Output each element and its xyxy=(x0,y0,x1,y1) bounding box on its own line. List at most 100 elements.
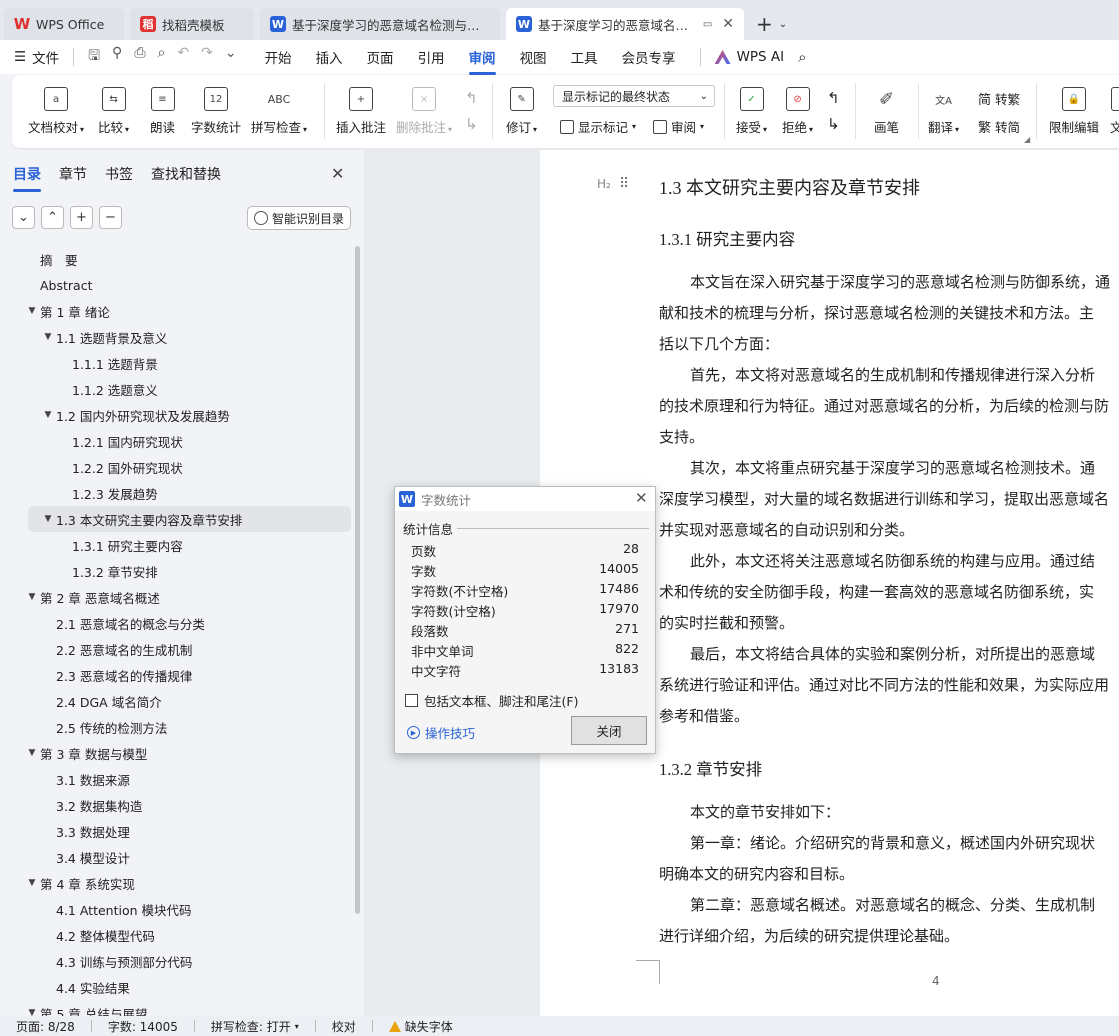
translate-button[interactable]: 文A 翻译 ▾ xyxy=(928,87,959,136)
expand-triangle-icon[interactable]: ▼ xyxy=(24,306,40,316)
expand-triangle-icon[interactable]: ▼ xyxy=(40,410,56,420)
expand-triangle-icon[interactable]: ▼ xyxy=(24,878,40,888)
previous-change-icon[interactable]: ↰ xyxy=(827,89,840,107)
redo-icon[interactable]: ↷ xyxy=(201,45,213,69)
toc-item[interactable]: ▼ 1.3 本文研究主要内容及章节安排 xyxy=(28,506,351,532)
to-simplified-button[interactable]: 繁 转简 xyxy=(978,117,1020,136)
toc-item[interactable]: 1.3.2 章节安排 xyxy=(0,558,352,584)
menu-member[interactable]: 会员专享 xyxy=(622,47,676,67)
page-indicator[interactable]: 页面: 8/28 xyxy=(16,1018,75,1035)
expand-triangle-icon[interactable]: ▼ xyxy=(24,592,40,602)
toc-item[interactable]: 3.1 数据来源 xyxy=(0,766,352,792)
ribbon-expand-icon[interactable]: ◢ xyxy=(1024,135,1030,144)
toc-item[interactable]: 4.4 实验结果 xyxy=(0,974,352,1000)
toc-item[interactable]: 1.3.1 研究主要内容 xyxy=(0,532,352,558)
monitor-icon[interactable]: ▭ xyxy=(703,19,712,30)
toc-item[interactable]: 4.1 Attention 模块代码 xyxy=(0,896,352,922)
toc-item[interactable]: ▼ 第 3 章 数据与模型 xyxy=(0,740,352,766)
tab-docer-templates[interactable]: 稻 找稻壳模板 xyxy=(130,8,254,40)
word-count-button[interactable]: 12 字数统计 xyxy=(191,87,241,136)
menu-references[interactable]: 引用 xyxy=(418,47,445,67)
chevron-down-icon[interactable]: ⌄ xyxy=(779,19,787,30)
toc-item[interactable]: 2.1 恶意域名的概念与分类 xyxy=(0,610,352,636)
print-preview-icon[interactable]: ⌕ xyxy=(158,45,166,69)
toc-item[interactable]: 2.5 传统的检测方法 xyxy=(0,714,352,740)
show-markup-button[interactable]: 显示标记 ▾ xyxy=(560,117,636,136)
tab-document-1[interactable]: W 基于深度学习的恶意域名检测与防御 xyxy=(260,8,500,40)
expand-triangle-icon[interactable]: ▼ xyxy=(40,514,56,524)
review-pane-button[interactable]: 审阅 ▾ xyxy=(653,117,704,136)
nav-tab-toc[interactable]: 目录 xyxy=(13,164,41,192)
proofread-indicator[interactable]: 校对 xyxy=(332,1018,356,1035)
chevron-down-icon[interactable]: ⌄ xyxy=(225,45,237,69)
menu-home[interactable]: 开始 xyxy=(265,47,292,67)
toc-item[interactable]: 3.3 数据处理 xyxy=(0,818,352,844)
doc-proofread-button[interactable]: a 文档校对 ▾ xyxy=(28,87,84,136)
restrict-edit-button[interactable]: 🔒 限制编辑 xyxy=(1049,87,1099,136)
smart-toc-button[interactable]: 智能识别目录 xyxy=(247,206,351,230)
toc-item[interactable]: 1.2.3 发展趋势 xyxy=(0,480,352,506)
to-traditional-button[interactable]: 简 转繁 xyxy=(978,89,1020,108)
toc-scrollbar[interactable] xyxy=(355,246,360,914)
toc-item[interactable]: 3.4 模型设计 xyxy=(0,844,352,870)
pen-button[interactable]: ✐ 画笔 xyxy=(874,87,899,136)
toc-item[interactable]: ▼ 第 4 章 系统实现 xyxy=(0,870,352,896)
search-icon[interactable]: ⌕ xyxy=(798,48,806,66)
share-icon[interactable]: ⚲ xyxy=(112,45,122,69)
expand-triangle-icon[interactable]: ▼ xyxy=(24,748,40,758)
save-icon[interactable]: 🖫 xyxy=(88,45,100,69)
tips-link[interactable]: ▶ 操作技巧 xyxy=(407,723,475,742)
tab-document-2[interactable]: W 基于深度学习的恶意域名检测 ▭ ✕ xyxy=(506,8,744,40)
more-ribbon-button[interactable]: 文 xyxy=(1110,87,1119,136)
file-menu[interactable]: ☰ 文件 xyxy=(14,47,59,67)
toc-item[interactable]: ▼ 1.2 国内外研究现状及发展趋势 xyxy=(0,402,352,428)
toc-item[interactable]: 1.2.2 国外研究现状 xyxy=(0,454,352,480)
toc-item[interactable]: 1.1.1 选题背景 xyxy=(0,350,352,376)
toc-item[interactable]: 3.2 数据集构造 xyxy=(0,792,352,818)
menu-page[interactable]: 页面 xyxy=(367,47,394,67)
close-icon[interactable]: ✕ xyxy=(331,164,344,183)
wps-ai-button[interactable]: WPS AI xyxy=(714,49,784,65)
checkbox-box[interactable] xyxy=(405,694,418,707)
toc-item[interactable]: 1.2.1 国内研究现状 xyxy=(0,428,352,454)
close-icon[interactable]: ✕ xyxy=(635,489,648,507)
toc-item[interactable]: 2.3 恶意域名的传播规律 xyxy=(0,662,352,688)
nav-tab-bookmarks[interactable]: 书签 xyxy=(105,164,133,184)
delete-comment-button[interactable]: × 删除批注 ▾ xyxy=(396,87,452,136)
nav-tab-sections[interactable]: 章节 xyxy=(59,164,87,184)
dialog-title-bar[interactable]: W 字数统计 xyxy=(395,487,655,511)
toc-item[interactable]: 摘 要 xyxy=(0,246,352,272)
expand-down-button[interactable]: ⌄ xyxy=(12,206,35,229)
toc-item[interactable]: 2.2 恶意域名的生成机制 xyxy=(0,636,352,662)
tab-wps-office[interactable]: W WPS Office xyxy=(4,8,124,40)
toc-item[interactable]: ▼ 第 2 章 恶意域名概述 xyxy=(0,584,352,610)
spell-check-button[interactable]: ABC 拼写检查 ▾ xyxy=(251,87,307,136)
toc-item[interactable]: 4.2 整体模型代码 xyxy=(0,922,352,948)
expand-triangle-icon[interactable]: ▼ xyxy=(40,332,56,342)
next-comment-icon[interactable]: ↳ xyxy=(465,115,478,133)
toc-item[interactable]: ▼ 第 1 章 绪论 xyxy=(0,298,352,324)
include-textbox-checkbox[interactable]: 包括文本框、脚注和尾注(F) xyxy=(405,691,578,710)
spell-check-indicator[interactable]: 拼写检查: 打开 ▾ xyxy=(211,1018,299,1035)
menu-view[interactable]: 视图 xyxy=(520,47,547,67)
previous-comment-icon[interactable]: ↰ xyxy=(465,89,478,107)
missing-font-indicator[interactable]: 缺失字体 xyxy=(388,1018,453,1035)
accept-button[interactable]: ✓ 接受 ▾ xyxy=(736,87,767,136)
toc-item[interactable]: 4.3 训练与预测部分代码 xyxy=(0,948,352,974)
collapse-up-button[interactable]: ⌃ xyxy=(41,206,64,229)
menu-insert[interactable]: 插入 xyxy=(316,47,343,67)
compare-button[interactable]: ⇆ 比较 ▾ xyxy=(98,87,129,136)
revise-button[interactable]: ✎ 修订 ▾ xyxy=(506,87,537,136)
reject-button[interactable]: ⊘ 拒绝 ▾ xyxy=(782,87,813,136)
close-tab-icon[interactable]: ✕ xyxy=(722,16,734,32)
menu-tools[interactable]: 工具 xyxy=(571,47,598,67)
insert-comment-button[interactable]: + 插入批注 xyxy=(336,87,386,136)
next-change-icon[interactable]: ↳ xyxy=(827,115,840,133)
add-heading-button[interactable]: + xyxy=(70,206,93,229)
toc-item[interactable]: 2.4 DGA 域名简介 xyxy=(0,688,352,714)
menu-review[interactable]: 审阅 xyxy=(468,47,496,75)
markup-state-select[interactable]: 显示标记的最终状态 ⌄ xyxy=(553,85,715,107)
read-aloud-button[interactable]: ≡ 朗读 xyxy=(150,87,175,136)
toc-item[interactable]: 1.1.2 选题意义 xyxy=(0,376,352,402)
remove-heading-button[interactable]: − xyxy=(99,206,122,229)
